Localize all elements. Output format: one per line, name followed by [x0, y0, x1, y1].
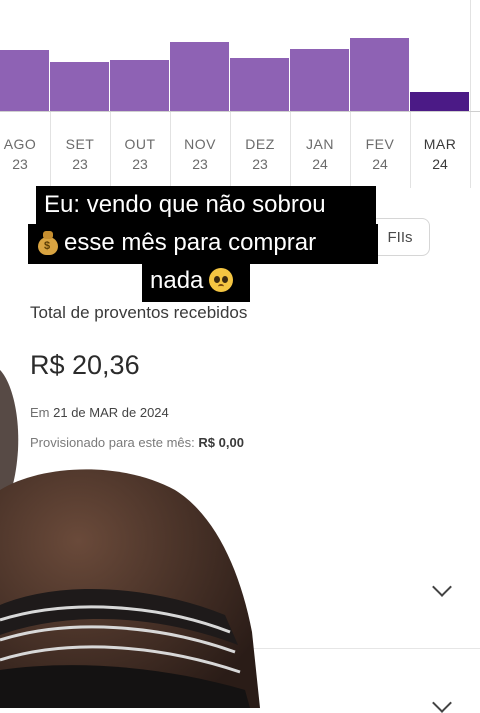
tick-month-label: FEV: [365, 136, 395, 152]
chart-bar-out-23[interactable]: [110, 60, 169, 112]
tick-year-label: 23: [252, 156, 268, 172]
chart-bar-ago-23[interactable]: [0, 50, 49, 112]
month-tick[interactable]: DEZ 23: [230, 112, 291, 188]
chart-bar-mar-24[interactable]: [410, 92, 469, 112]
caption-text-2: esse mês para comprar: [64, 229, 317, 256]
chart-bar-jan-24[interactable]: [290, 49, 349, 112]
month-tick[interactable]: OUT 23: [110, 112, 171, 188]
meme-caption-line3: nada: [142, 262, 250, 302]
month-tick[interactable]: MAR 24: [410, 112, 471, 188]
chart-bar-dez-23[interactable]: [230, 58, 289, 112]
tick-year-label: 23: [12, 156, 28, 172]
chevron-down-icon[interactable]: [432, 577, 452, 597]
month-tick[interactable]: NOV 23: [170, 112, 231, 188]
month-tick[interactable]: FEV 24: [350, 112, 411, 188]
chart-bar-fev-24[interactable]: [350, 38, 409, 112]
tab-fiis[interactable]: FIIs: [370, 218, 430, 256]
tick-year-label: 24: [432, 156, 448, 172]
tick-year-label: 23: [132, 156, 148, 172]
tick-month-label: OUT: [124, 136, 156, 152]
tick-month-label: DEZ: [245, 136, 275, 152]
tick-month-label: JAN: [306, 136, 334, 152]
chart-bar-set-23[interactable]: [50, 62, 109, 112]
tick-month-label: MAR: [423, 136, 457, 152]
caption-text-3: nada: [150, 267, 204, 294]
month-tick[interactable]: SET 23: [50, 112, 111, 188]
tick-month-label: NOV: [184, 136, 216, 152]
tick-month-label: AGO: [3, 136, 37, 152]
chart-x-axis: AGO 23 SET 23 OUT 23 NOV 23 DEZ 23 JAN 24 FEV 24 MAR 24: [0, 112, 480, 188]
total-proventos-label: Total de proventos recebidos: [30, 303, 248, 322]
caption-text-1: Eu: vendo que não sobrou: [44, 191, 326, 218]
tick-year-label: 24: [372, 156, 388, 172]
proventos-bar-chart: [0, 0, 480, 112]
tick-year-label: 23: [192, 156, 208, 172]
pleading-face-icon: [209, 268, 234, 292]
month-tick[interactable]: AGO 23: [0, 112, 51, 188]
meme-caption-line1: Eu: vendo que não sobrou: [36, 186, 376, 224]
chart-bar-nov-23[interactable]: [170, 42, 229, 112]
tick-year-label: 24: [312, 156, 328, 172]
person-overlay: [0, 370, 260, 708]
meme-caption-line2: $ esse mês para comprar: [28, 224, 378, 264]
tick-year-label: 23: [72, 156, 88, 172]
chevron-down-icon[interactable]: [432, 693, 452, 713]
money-bag-icon: $: [36, 229, 60, 255]
tick-month-label: SET: [65, 136, 95, 152]
month-tick[interactable]: JAN 24: [290, 112, 351, 188]
